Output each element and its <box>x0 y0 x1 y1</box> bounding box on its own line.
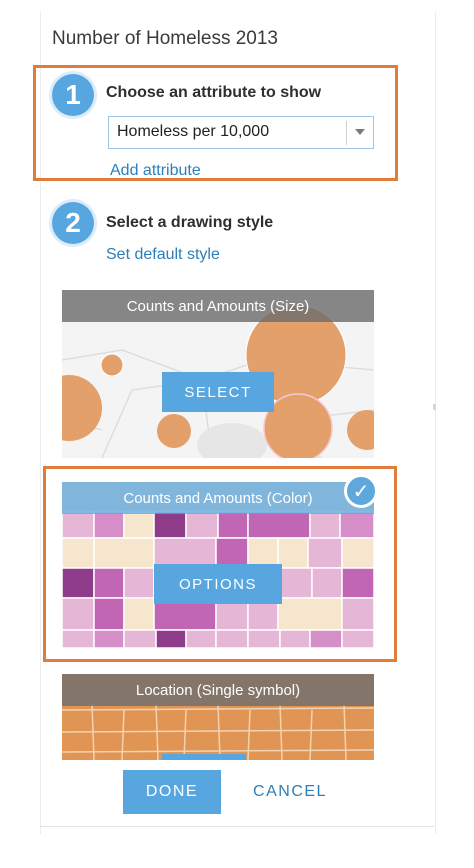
style-card-size[interactable]: Counts and Amounts (Size) SELECT <box>62 290 374 458</box>
step-1-badge: 1 <box>52 74 94 116</box>
select-button[interactable]: SELECT <box>162 372 274 412</box>
done-button[interactable]: DONE <box>123 770 221 814</box>
step-1-label: Choose an attribute to show <box>106 84 322 101</box>
style-card-size-title: Counts and Amounts (Size) <box>62 290 374 322</box>
chevron-down-icon[interactable] <box>355 129 365 135</box>
checkmark-icon: ✓ <box>344 474 378 508</box>
attribute-select-value: Homeless per 10,000 <box>117 123 270 140</box>
add-attribute-link[interactable]: Add attribute <box>110 162 201 180</box>
panel-divider <box>40 826 434 827</box>
scrollbar-handle[interactable] <box>433 404 436 410</box>
layer-title: Number of Homeless 2013 <box>52 28 278 49</box>
style-card-color-title: Counts and Amounts (Color) <box>62 482 374 514</box>
select-divider <box>346 121 347 145</box>
cancel-button[interactable]: CANCEL <box>240 770 340 814</box>
step-2-badge: 2 <box>52 202 94 244</box>
style-card-color[interactable]: Counts and Amounts (Color) OPTIONS <box>62 482 374 648</box>
style-card-single-symbol-title: Location (Single symbol) <box>62 674 374 706</box>
options-button[interactable]: OPTIONS <box>154 564 282 604</box>
step-2-label: Select a drawing style <box>106 214 274 231</box>
attribute-select[interactable]: Homeless per 10,000 <box>108 116 374 149</box>
set-default-style-link[interactable]: Set default style <box>106 246 220 264</box>
style-card-single-symbol[interactable]: Location (Single symbol) <box>62 674 374 760</box>
